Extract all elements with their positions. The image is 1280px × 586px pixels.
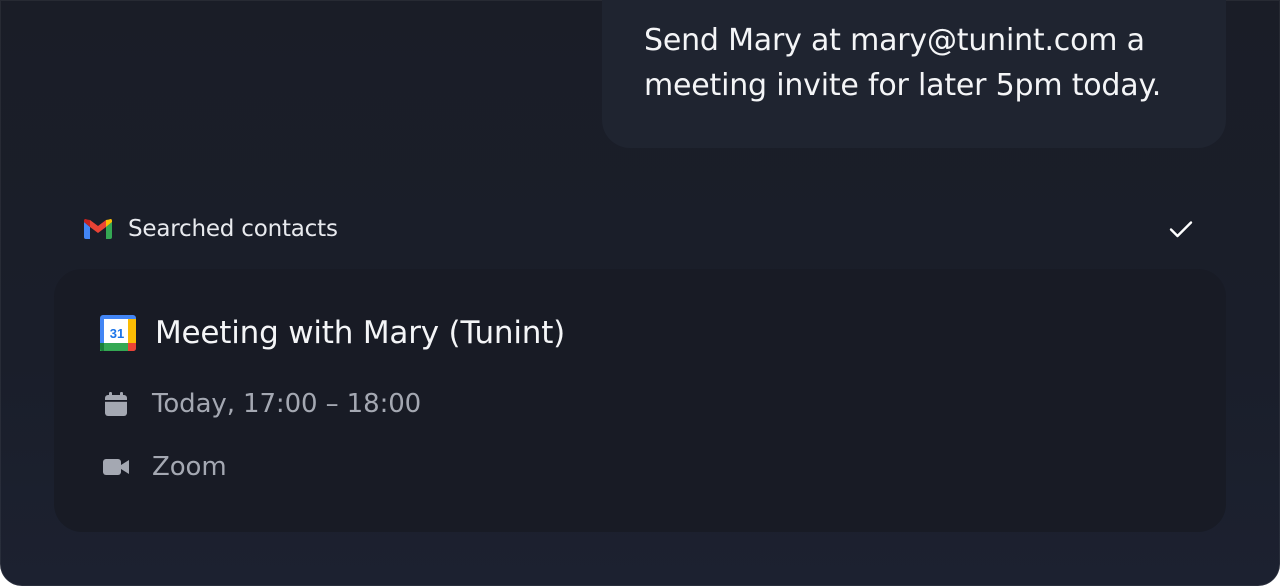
user-message-text: Send Mary at mary@tunint.com a meeting i… (644, 23, 1162, 103)
user-message-bubble: Send Mary at mary@tunint.com a meeting i… (602, 0, 1226, 148)
event-title-row: 31 Meeting with Mary (Tunint) (100, 315, 565, 351)
event-title: Meeting with Mary (Tunint) (155, 315, 566, 351)
chat-panel: Send Mary at mary@tunint.com a meeting i… (0, 0, 1280, 586)
event-location: Zoom (152, 452, 227, 482)
calendar-icon (102, 390, 130, 418)
event-time: Today, 17:00 – 18:00 (152, 389, 422, 419)
checkmark-icon (1168, 216, 1194, 242)
gmail-icon (84, 219, 112, 239)
event-location-row: Zoom (102, 452, 227, 482)
tool-call-label: Searched contacts (128, 216, 338, 242)
google-calendar-icon: 31 (100, 315, 136, 351)
tool-call-row[interactable]: Searched contacts (84, 210, 1194, 248)
event-time-row: Today, 17:00 – 18:00 (102, 389, 421, 419)
calendar-day-number: 31 (110, 326, 124, 341)
calendar-event-card[interactable]: 31 Meeting with Mary (Tunint) Today, 17:… (54, 269, 1226, 532)
video-camera-icon (102, 453, 130, 481)
